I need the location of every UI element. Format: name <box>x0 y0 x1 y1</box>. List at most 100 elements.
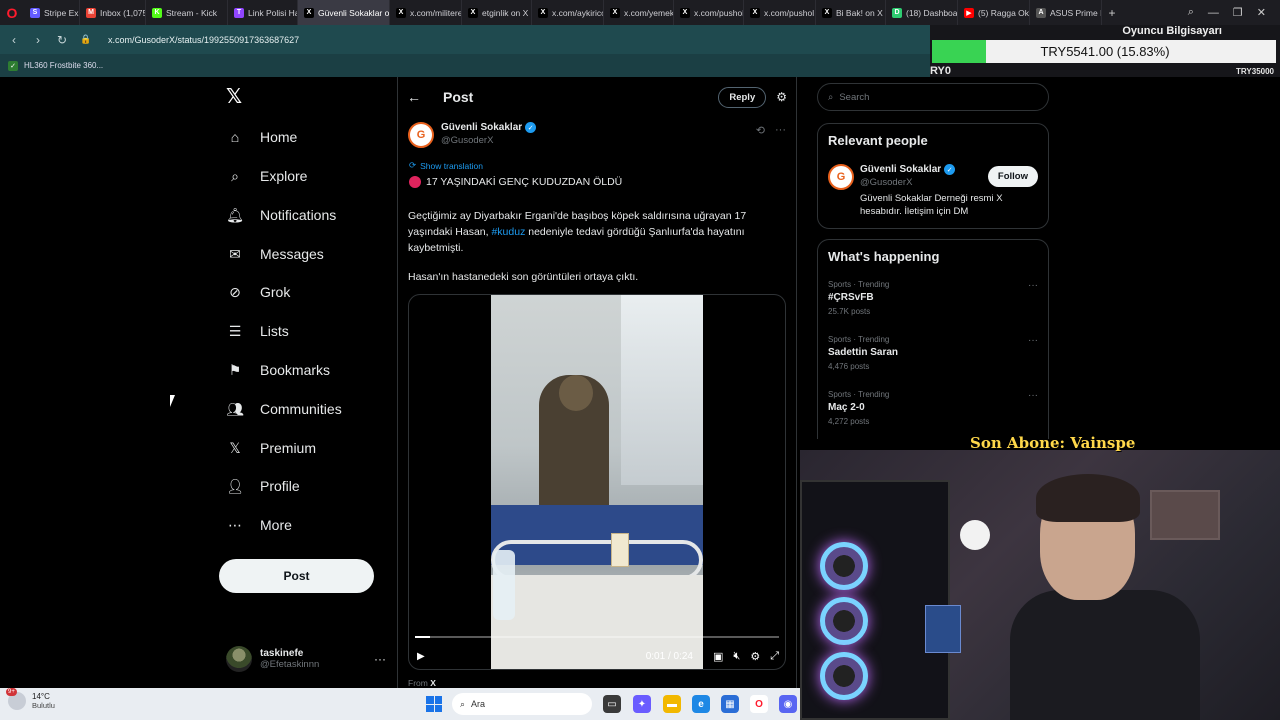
nav-item-messages[interactable]: ✉ Messages <box>226 239 324 269</box>
file-explorer-icon[interactable]: ▬ <box>663 695 681 713</box>
opera-logo-icon[interactable]: O <box>0 0 24 25</box>
sliders-icon[interactable]: ⚙ <box>776 90 787 104</box>
trend-item[interactable]: Sports · Trending #ÇRSvFB 25.7K posts ··· <box>828 280 1040 316</box>
captions-icon[interactable]: ▣ <box>713 650 723 663</box>
list-icon: ☰ <box>228 322 242 339</box>
post-button[interactable]: Post <box>219 559 374 593</box>
browser-tab[interactable]: X Güvenli Sokaklar on X <box>298 0 390 25</box>
task-view-icon[interactable]: ▭ <box>603 695 621 713</box>
person-avatar[interactable]: G <box>828 164 854 190</box>
browser-tab[interactable]: K Stream - Kick <box>146 0 228 25</box>
video-player[interactable]: ▶ 0:01 / 0:24 ▣ 🔇︎ ⚙ ⤢ <box>408 294 786 670</box>
nav-item-label: Lists <box>260 323 289 339</box>
copilot-icon[interactable]: ✦ <box>633 695 651 713</box>
page-title: Post <box>443 89 474 105</box>
follow-button[interactable]: Follow <box>987 166 1038 187</box>
fullscreen-icon[interactable]: ⤢ <box>770 650 779 663</box>
nav-item-notifications[interactable]: 🔔︎ Notifications <box>226 200 336 230</box>
trend-name: Sadettin Saran <box>828 347 899 358</box>
from-source[interactable]: X <box>430 678 436 688</box>
hashtag-link[interactable]: #kuduz <box>491 226 525 238</box>
account-switcher[interactable]: taskinefe @Efetaskinnn ··· <box>226 642 386 676</box>
more-options-icon[interactable]: ··· <box>1028 335 1038 346</box>
more-options-icon[interactable]: ··· <box>1028 280 1038 291</box>
search-icon: ⌕ <box>828 91 834 103</box>
mail-icon: ✉ <box>229 245 241 262</box>
mouse-cursor-icon <box>170 395 175 407</box>
browser-tab[interactable]: D (18) Dashboar <box>886 0 958 25</box>
play-icon[interactable]: ▶ <box>417 651 425 662</box>
bookmark-icon: ⚑ <box>228 361 242 378</box>
minimize-button[interactable]: — <box>1208 7 1219 19</box>
author-name-row: Güvenli Sokaklar ✓ <box>441 122 537 133</box>
grok-explain-icon[interactable]: ⟲ <box>756 124 765 137</box>
browser-tab[interactable]: Xx.com/pushol <box>744 0 816 25</box>
headline-text: 17 YAŞINDAKİ GENÇ KUDUZDAN ÖLDÜ <box>426 176 623 188</box>
author-avatar[interactable]: G <box>408 122 434 148</box>
edge-icon[interactable]: e <box>692 695 710 713</box>
new-tab-button[interactable]: + <box>1102 6 1122 20</box>
more-options-icon[interactable]: ··· <box>374 652 386 666</box>
store-icon[interactable]: ▦ <box>721 695 739 713</box>
nav-item-profile[interactable]: 👤︎ Profile <box>226 471 300 501</box>
author-name[interactable]: Güvenli Sokaklar <box>441 122 522 133</box>
browser-tab[interactable]: Xetginlik on X <box>462 0 532 25</box>
nav-item-grok[interactable]: ⊘ Grok <box>226 277 290 307</box>
trend-name: #ÇRSvFB <box>828 292 874 303</box>
browser-tab[interactable]: S Stripe Express <box>24 0 80 25</box>
nav-item-communities[interactable]: 👥︎ Communities <box>226 394 342 424</box>
trend-item[interactable]: Sports · Trending Sadettin Saran 4,476 pos… <box>828 335 1040 371</box>
opera-icon[interactable]: O <box>750 695 768 713</box>
person-name[interactable]: Güvenli Sokaklar <box>860 164 941 175</box>
mute-icon[interactable]: 🔇︎ <box>733 650 740 663</box>
nav-item-home[interactable]: ⌂ Home <box>226 122 298 152</box>
back-arrow-icon[interactable]: ← <box>407 89 423 105</box>
x-icon: X <box>538 7 548 18</box>
video-progress-bar[interactable] <box>415 636 779 638</box>
maximize-button[interactable]: ❐ <box>1233 6 1243 19</box>
taskbar-search-input[interactable]: ⌕ Ara <box>452 693 592 715</box>
x-logo-icon[interactable]: 𝕏 <box>226 87 246 107</box>
browser-tab[interactable]: A ASUS Prime H <box>1030 0 1102 25</box>
reload-icon[interactable]: ↻ <box>56 33 68 47</box>
nav-item-explore[interactable]: ⌕ Explore <box>226 161 307 191</box>
nav-item-lists[interactable]: ☰ Lists <box>226 316 289 346</box>
trend-item[interactable]: Sports · Trending Maç 2-0 4,272 posts ··· <box>828 390 1040 426</box>
nav-item-premium[interactable]: 𝕏 Premium <box>226 433 316 463</box>
browser-tab[interactable]: Xx.com/aykirico <box>532 0 604 25</box>
reply-button[interactable]: Reply <box>718 86 767 108</box>
author-handle[interactable]: @GusoderX <box>441 135 536 146</box>
nav-item-label: Messages <box>260 246 324 262</box>
back-button[interactable]: ‹ <box>8 33 20 47</box>
nav-item-bookmarks[interactable]: ⚑ Bookmarks <box>226 355 330 385</box>
weather-widget[interactable]: 9+ 14°C Bulutlu <box>6 688 55 710</box>
trend-count: 4,476 posts <box>828 362 870 371</box>
bookmark-item[interactable]: HL360 Frostbite 360... <box>24 61 103 70</box>
x-icon: X <box>396 7 406 18</box>
settings-icon[interactable]: ⚙ <box>750 650 760 663</box>
grok-icon: ⊘ <box>229 283 241 300</box>
browser-tab-label: Güvenli Sokaklar on X <box>318 7 390 18</box>
browser-tab[interactable]: T Link Polisi Hal <box>228 0 298 25</box>
browser-tab[interactable]: M Inbox (1,075) <box>80 0 146 25</box>
nav-item-more[interactable]: ⋯ More <box>226 510 292 540</box>
more-options-icon[interactable]: ··· <box>1028 390 1038 401</box>
lamp-image <box>960 520 990 550</box>
more-options-icon[interactable]: ··· <box>775 124 786 137</box>
browser-tab[interactable]: ▶ (5) Ragga Ok <box>958 0 1030 25</box>
url-field[interactable]: x.com/GusoderX/status/199255091736368762… <box>108 35 299 45</box>
discord-icon[interactable]: ◉ <box>779 695 797 713</box>
search-input[interactable]: ⌕ Search <box>817 83 1049 111</box>
forward-button[interactable]: › <box>32 33 44 47</box>
windows-start-icon[interactable] <box>426 696 442 712</box>
video-scene-bottle <box>493 550 515 620</box>
browser-tab[interactable]: Xx.com/yemekt <box>604 0 674 25</box>
browser-tab[interactable]: X Bi Bak! on X <box>816 0 886 25</box>
browser-tab[interactable]: Xx.com/pushol <box>674 0 744 25</box>
close-window-button[interactable]: ✕ <box>1257 6 1266 19</box>
show-translation-link[interactable]: ⟳ Show translation <box>409 160 483 171</box>
search-tabs-icon[interactable]: ⌕ <box>1188 6 1194 19</box>
video-scene-window <box>621 295 703 485</box>
browser-tab-label: x.com/pushol <box>694 7 744 18</box>
browser-tab[interactable]: Xx.com/militere <box>390 0 462 25</box>
